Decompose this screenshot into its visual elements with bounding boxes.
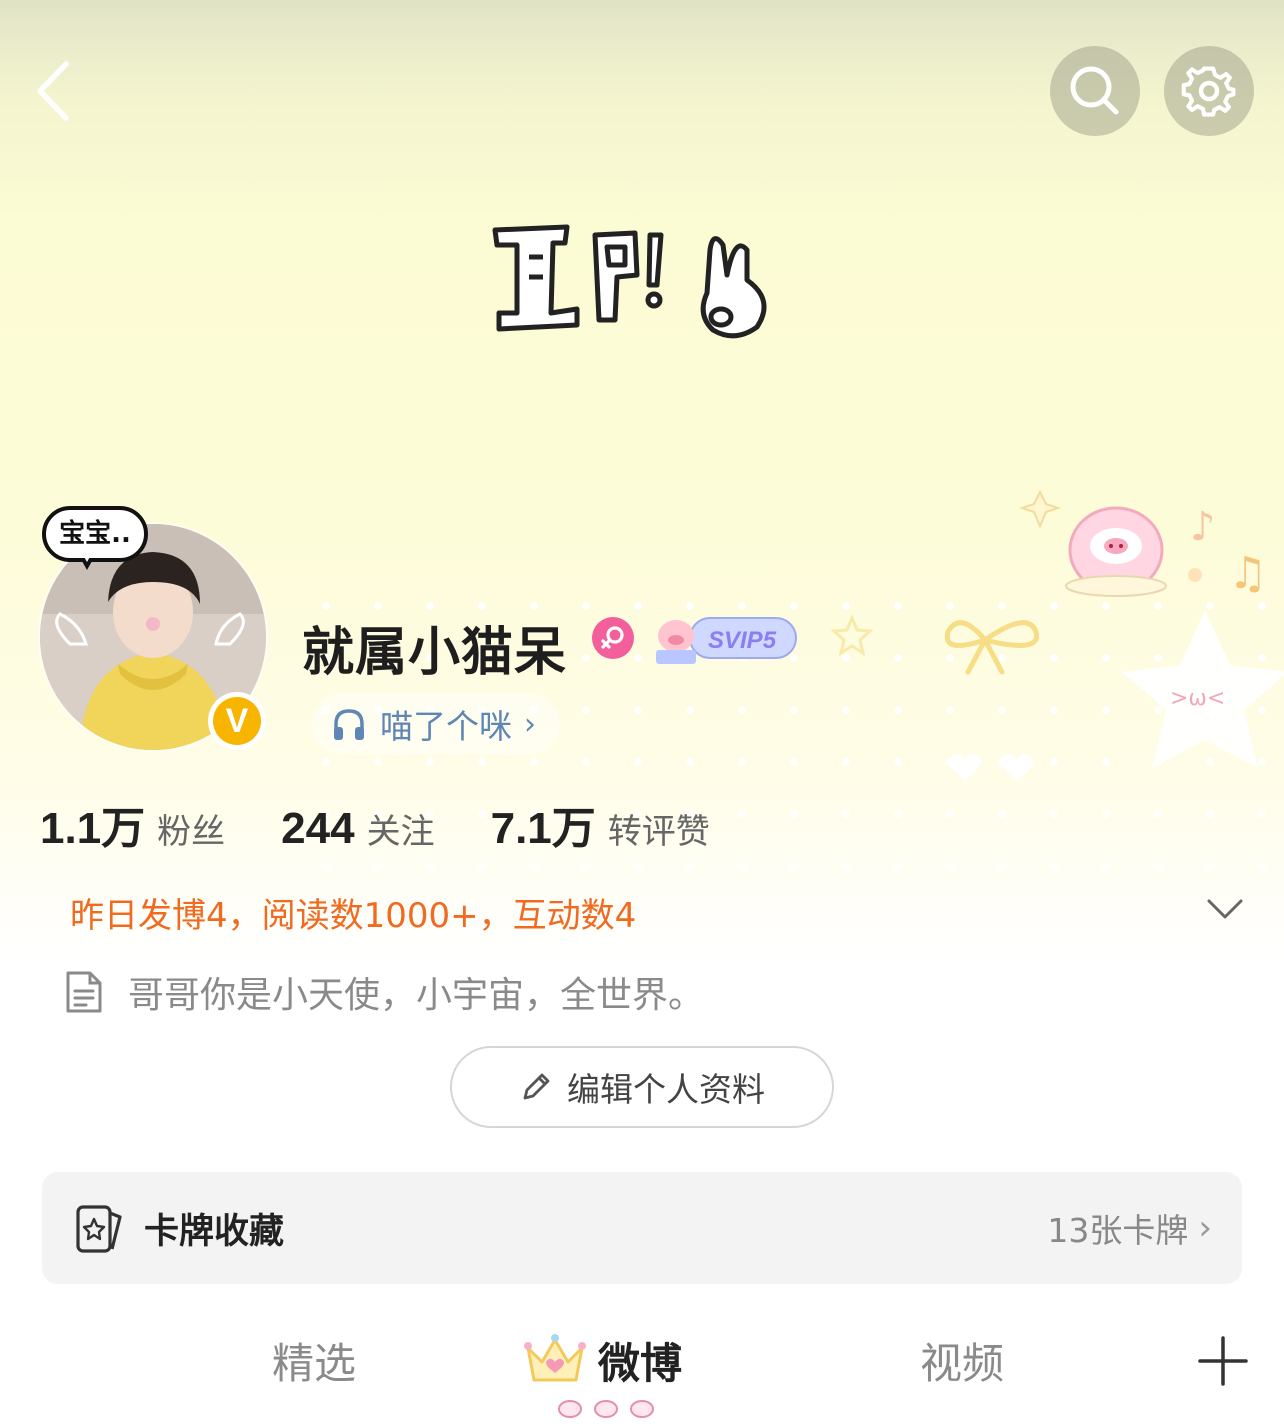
- stat-followers[interactable]: 1.1万 粉丝: [40, 792, 225, 856]
- chevron-right-icon: ›: [524, 706, 536, 742]
- svip-pig-icon: SVIP5: [656, 617, 797, 664]
- svg-text:♪: ♪: [1190, 504, 1216, 550]
- stat-label: 关注: [366, 812, 435, 852]
- stat-value: 7.1万: [490, 804, 596, 853]
- avatar-speech-bubble: 宝宝..: [42, 506, 148, 562]
- back-button[interactable]: [26, 56, 96, 126]
- stat-following[interactable]: 244 关注: [281, 804, 434, 854]
- card-collection-title: 卡牌收藏: [144, 1211, 285, 1252]
- settings-button[interactable]: [1164, 46, 1254, 136]
- tab-featured[interactable]: 精选: [272, 1330, 356, 1391]
- edit-profile-button[interactable]: 编辑个人资料: [450, 1046, 834, 1128]
- gear-icon: [1181, 66, 1236, 117]
- bio: 哥哥你是小天使，小宇宙，全世界。: [64, 966, 704, 1018]
- edit-profile-label: 编辑个人资料: [567, 1070, 765, 1109]
- username: 就属小猫呆: [302, 623, 568, 683]
- search-icon: [1070, 66, 1119, 115]
- music-status-label: 喵了个咪: [380, 707, 512, 746]
- tab-video[interactable]: 视频: [920, 1330, 1004, 1391]
- stat-value: 244: [281, 804, 355, 853]
- card-collection-count: 13张卡牌: [1047, 1211, 1189, 1250]
- stat-reposts-comments-likes[interactable]: 7.1万 转评赞: [491, 792, 710, 856]
- profile-stats: 1.1万 粉丝 244 关注 7.1万 转评赞: [40, 792, 766, 856]
- yesterday-activity-summary[interactable]: 昨日发博4，阅读数1000+，互动数4: [70, 888, 636, 937]
- svip-badge[interactable]: SVIP5: [652, 610, 798, 666]
- svip-label: SVIP5: [708, 627, 777, 654]
- cute-stickers-decoration: ♪ ♫ >ω<: [1020, 490, 1284, 768]
- active-tab-fish-indicator-icon: [558, 1400, 654, 1418]
- stat-label: 转评赞: [607, 812, 710, 852]
- verified-badge: V: [208, 692, 266, 750]
- female-icon: [592, 617, 634, 659]
- document-icon: [66, 971, 102, 1013]
- pencil-icon: [523, 1073, 550, 1100]
- speech-bubble-tail-fill: [82, 553, 92, 562]
- crown-icon: [524, 1334, 586, 1382]
- bio-text: 哥哥你是小天使，小宇宙，全世界。: [128, 975, 705, 1016]
- verified-v-icon: V: [213, 697, 261, 745]
- cover-doodle-image: [492, 224, 767, 339]
- profile-screen: ♪ ♫ >ω< 宝宝.. V 就属小猫呆 SVIP5 喵了个咪 › 1.1万 粉…: [0, 0, 1284, 1426]
- svg-text:♫: ♫: [1228, 548, 1267, 599]
- stat-label: 粉丝: [157, 812, 226, 852]
- chevron-down-icon[interactable]: [1204, 892, 1246, 928]
- card-collection-icon: [76, 1205, 122, 1253]
- svg-text:>ω<: >ω<: [1170, 686, 1225, 711]
- card-collection-row[interactable]: 卡牌收藏 13张卡牌 ›: [42, 1172, 1242, 1284]
- tab-weibo[interactable]: 微博: [598, 1330, 682, 1391]
- chevron-right-icon: ›: [1198, 1208, 1212, 1248]
- ribbon-stars-decoration: [830, 614, 1040, 781]
- headphones-icon: [334, 709, 364, 740]
- stat-value: 1.1万: [40, 804, 146, 853]
- add-tab-plus-icon[interactable]: [1198, 1336, 1248, 1386]
- search-button[interactable]: [1050, 46, 1140, 136]
- music-status-pill[interactable]: 喵了个咪 ›: [312, 694, 560, 754]
